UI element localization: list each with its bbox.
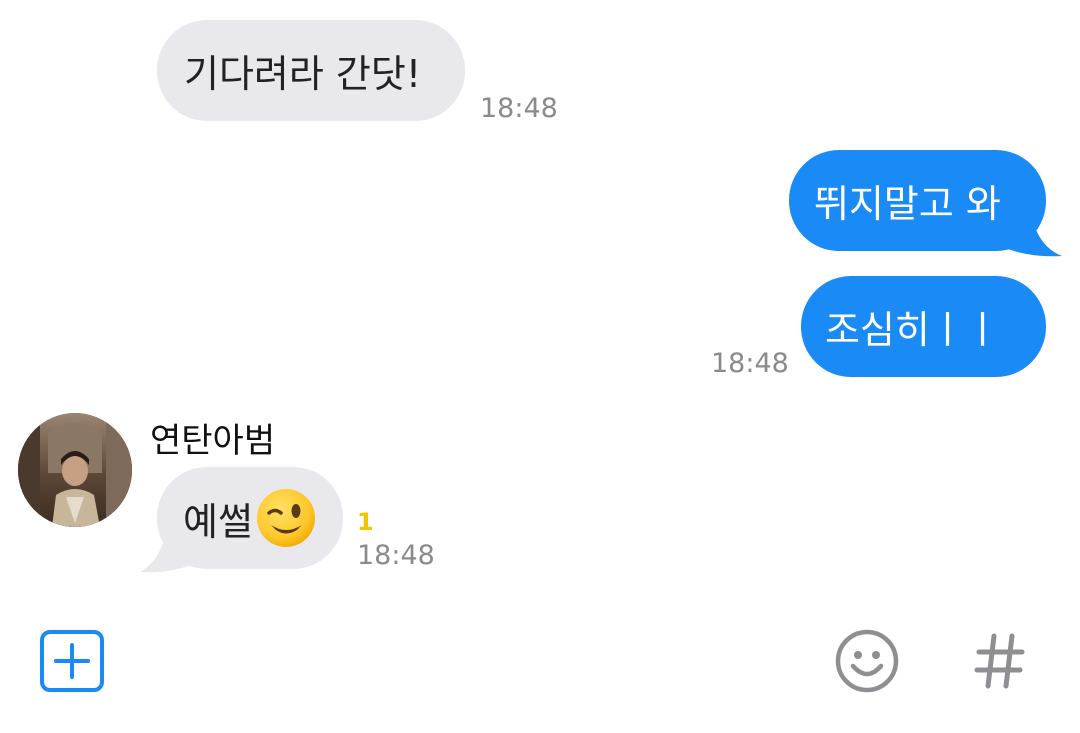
- smiley-icon: [835, 629, 899, 693]
- message-text: 기다려라 간닷!: [184, 52, 422, 96]
- message-timestamp: 18:48: [357, 540, 435, 571]
- avatar-photo: [18, 413, 132, 527]
- plus-square-icon: [40, 630, 104, 692]
- message-bubble-incoming[interactable]: 예썰: [157, 467, 343, 569]
- message-text: 조심히ㅣㅣ: [825, 308, 1000, 352]
- message-bubble-outgoing[interactable]: 조심히ㅣㅣ: [801, 276, 1046, 377]
- message-text: 예썰: [183, 499, 253, 544]
- sender-name: 연탄아범: [150, 421, 276, 461]
- emoji-button[interactable]: [834, 628, 900, 694]
- message-bubble-outgoing[interactable]: 뛰지말고 와: [789, 150, 1046, 251]
- hash-icon: [974, 633, 1025, 689]
- message-timestamp: 18:48: [711, 348, 789, 379]
- wink-emoji: [255, 487, 317, 549]
- message-bubble-incoming[interactable]: 기다려라 간닷!: [157, 20, 465, 121]
- add-button[interactable]: [40, 630, 104, 692]
- message-text: 뛰지말고 와: [814, 182, 1001, 226]
- unread-count: 1: [357, 508, 374, 536]
- message-timestamp: 18:48: [480, 93, 558, 124]
- hashtag-button[interactable]: [974, 632, 1026, 690]
- avatar[interactable]: [18, 413, 132, 527]
